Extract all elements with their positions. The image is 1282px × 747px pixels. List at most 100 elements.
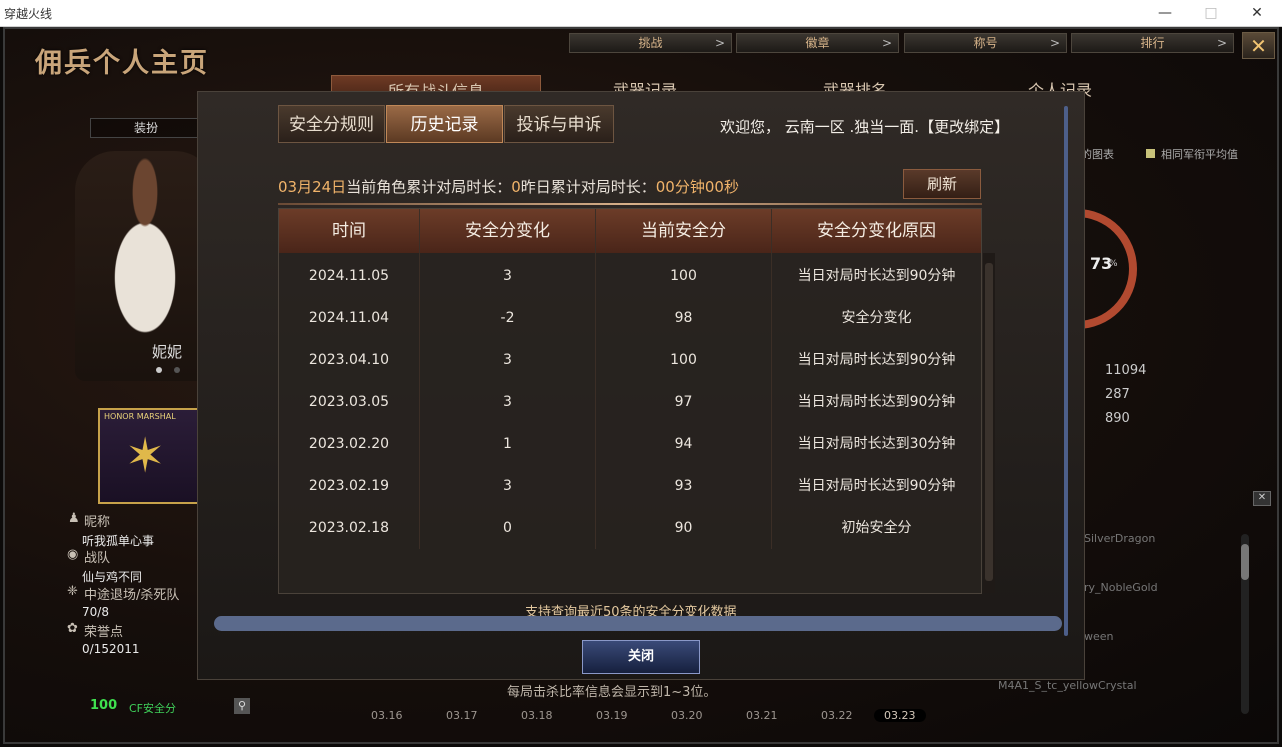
panel-close-icon[interactable]: ✕ bbox=[1253, 491, 1271, 506]
nav-rank[interactable]: 排行 > bbox=[1071, 33, 1234, 53]
nav-badge[interactable]: 徽章 > bbox=[736, 33, 899, 53]
horizontal-scrollbar[interactable] bbox=[214, 616, 1062, 631]
nav-label: 徽章 bbox=[805, 36, 830, 50]
date-tab-active[interactable]: 03.23 bbox=[874, 709, 926, 722]
table-row: 2024.11.05 3 100 当日对局时长达到90分钟 bbox=[279, 255, 981, 297]
chevron-right-icon: > bbox=[1216, 36, 1227, 50]
table-header: 时间 安全分变化 当前安全分 安全分变化原因 bbox=[279, 209, 981, 253]
scrollbar-thumb[interactable] bbox=[1241, 544, 1249, 580]
cell-reason: 当日对局时长达到30分钟 bbox=[797, 436, 956, 452]
chart-legend: 的图表 bbox=[1081, 148, 1114, 161]
notice-date: 03月24日 bbox=[278, 178, 347, 196]
date-tab[interactable]: 03.20 bbox=[671, 709, 703, 722]
character-portrait bbox=[75, 151, 215, 381]
table-scrollbar[interactable] bbox=[983, 253, 995, 593]
tab-history[interactable]: 历史记录 bbox=[386, 105, 503, 143]
team-value: 仙与鸡不同 bbox=[82, 570, 143, 584]
chart-legend: 相同军衔平均值 bbox=[1161, 148, 1238, 161]
page-title: 佣兵个人主页 bbox=[35, 48, 209, 79]
tab-safety-rules[interactable]: 安全分规则 bbox=[278, 105, 385, 143]
cell-score: 93 bbox=[674, 478, 693, 494]
date-tab[interactable]: 03.16 bbox=[371, 709, 403, 722]
rank-medal: HONOR MARSHAL ✶ bbox=[98, 408, 201, 504]
notice-text: 当前角色累计对局时长： bbox=[346, 178, 512, 196]
history-table: 时间 安全分变化 当前安全分 安全分变化原因 2024.11.05 3 100 … bbox=[278, 208, 995, 594]
carousel-dot[interactable] bbox=[156, 367, 162, 373]
side-scrollbar[interactable] bbox=[1241, 534, 1249, 714]
date-tab[interactable]: 03.19 bbox=[596, 709, 628, 722]
cell-change: 3 bbox=[503, 394, 512, 410]
column-header: 安全分变化 bbox=[465, 221, 550, 241]
cell-time: 2023.02.19 bbox=[308, 478, 390, 494]
legend-swatch bbox=[1146, 149, 1155, 158]
nav-label: 排行 bbox=[1140, 36, 1165, 50]
nav-label: 挑战 bbox=[638, 36, 663, 50]
cell-change: 3 bbox=[503, 478, 512, 494]
team-icon: ◉ bbox=[67, 547, 79, 562]
chevron-right-icon: > bbox=[881, 36, 892, 50]
team-label: 战队 bbox=[84, 551, 111, 566]
weapon-name: ween bbox=[1084, 630, 1114, 643]
leave-value: 70/8 bbox=[82, 605, 109, 619]
cell-reason: 当日对局时长达到90分钟 bbox=[797, 268, 956, 284]
search-icon[interactable]: ⚲ bbox=[234, 698, 250, 714]
chevron-right-icon: > bbox=[714, 36, 725, 50]
cell-change: 0 bbox=[503, 520, 512, 536]
date-tab[interactable]: 03.18 bbox=[521, 709, 553, 722]
tab-label: 历史记录 bbox=[410, 115, 479, 135]
date-tab[interactable]: 03.22 bbox=[821, 709, 853, 722]
leave-label: 中途退场/杀死队 bbox=[84, 588, 180, 603]
cell-reason: 当日对局时长达到90分钟 bbox=[797, 352, 956, 368]
column-header: 安全分变化原因 bbox=[817, 221, 936, 241]
honor-label: 荣誉点 bbox=[84, 625, 124, 640]
stat-value: 11094 bbox=[1105, 363, 1147, 378]
cell-score: 98 bbox=[674, 310, 693, 326]
window-close-icon[interactable]: ✕ bbox=[1234, 0, 1280, 26]
close-button[interactable]: 关闭 bbox=[582, 640, 700, 674]
cell-time: 2024.11.04 bbox=[308, 310, 390, 326]
cell-score: 97 bbox=[674, 394, 693, 410]
medal-text: HONOR MARSHAL bbox=[104, 412, 176, 421]
dress-label: 装扮 bbox=[133, 121, 158, 135]
close-icon[interactable]: ✕ bbox=[1242, 32, 1275, 59]
date-tab[interactable]: 03.17 bbox=[446, 709, 478, 722]
cell-time: 2023.04.10 bbox=[308, 352, 390, 368]
chevron-right-icon: > bbox=[1049, 36, 1060, 50]
date-tab[interactable]: 03.21 bbox=[746, 709, 778, 722]
stat-value: 890 bbox=[1105, 411, 1130, 426]
carousel-dot[interactable] bbox=[174, 367, 180, 373]
cell-score: 90 bbox=[674, 520, 693, 536]
tab-complaint[interactable]: 投诉与申诉 bbox=[504, 105, 614, 143]
safety-score-dialog: 安全分规则 历史记录 投诉与申诉 欢迎您， 云南一区 .独当一面.【更改绑定】 … bbox=[197, 91, 1085, 680]
cell-score: 100 bbox=[670, 268, 697, 284]
cf-score-label[interactable]: CF安全分 bbox=[129, 700, 176, 716]
divider bbox=[278, 203, 982, 205]
percent-sign: % bbox=[1109, 259, 1118, 269]
column-header: 时间 bbox=[332, 221, 366, 241]
honor-value: 0/152011 bbox=[82, 642, 140, 656]
cell-time: 2023.02.18 bbox=[308, 520, 390, 536]
cell-change: -2 bbox=[500, 310, 515, 326]
tab-label: 安全分规则 bbox=[289, 115, 374, 135]
character-name: 妮妮 bbox=[152, 343, 183, 361]
scrollbar-thumb[interactable] bbox=[985, 263, 993, 581]
nickname-label: 昵称 bbox=[84, 515, 111, 530]
nav-challenge[interactable]: 挑战 > bbox=[569, 33, 732, 53]
dress-button[interactable]: 装扮 bbox=[90, 118, 202, 138]
cell-time: 2023.02.20 bbox=[308, 436, 390, 452]
welcome-text[interactable]: 欢迎您， 云南一区 .独当一面.【更改绑定】 bbox=[720, 116, 1009, 137]
table-row: 2024.11.04 -2 98 安全分变化 bbox=[279, 297, 981, 339]
nav-title[interactable]: 称号 > bbox=[904, 33, 1067, 53]
user-icon: ♟ bbox=[68, 511, 80, 526]
notice-value: 00分钟00秒 bbox=[655, 178, 739, 196]
refresh-button[interactable]: 刷新 bbox=[903, 169, 981, 199]
notice-value: 0 bbox=[511, 178, 521, 196]
cell-change: 1 bbox=[503, 436, 512, 452]
cell-reason: 安全分变化 bbox=[841, 310, 912, 326]
cell-time: 2024.11.05 bbox=[308, 268, 390, 284]
maximize-icon[interactable]: □ bbox=[1188, 0, 1234, 26]
minimize-icon[interactable]: — bbox=[1142, 0, 1188, 26]
cell-score: 94 bbox=[674, 436, 693, 452]
vertical-scrollbar[interactable] bbox=[1064, 106, 1068, 636]
nav-label: 称号 bbox=[973, 36, 998, 50]
